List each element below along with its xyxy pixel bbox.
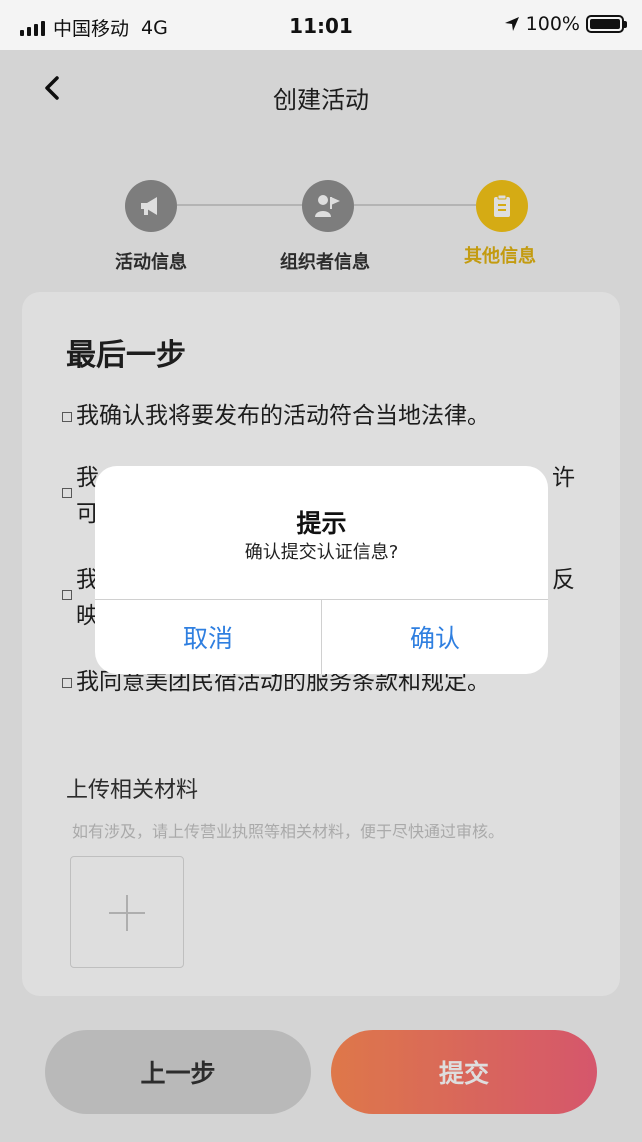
confirm-dialog: 提示 确认提交认证信息? 取消 确认 xyxy=(95,466,548,674)
confirm-button[interactable]: 确认 xyxy=(322,600,548,674)
dialog-message: 确认提交认证信息? xyxy=(244,542,399,563)
dialog-title: 提示 xyxy=(296,509,347,538)
screen: 中国移动 4G 11:01 100% 创建活动 活动信息 组织者信息 其他信息 … xyxy=(0,0,642,1142)
battery-fill xyxy=(590,19,620,29)
status-right: 100% xyxy=(504,13,627,35)
status-bar: 中国移动 4G 11:01 100% xyxy=(0,0,642,50)
location-arrow-icon xyxy=(504,17,519,31)
battery-percent: 100% xyxy=(525,13,580,35)
cancel-button[interactable]: 取消 xyxy=(95,600,321,674)
battery-icon xyxy=(586,15,627,33)
